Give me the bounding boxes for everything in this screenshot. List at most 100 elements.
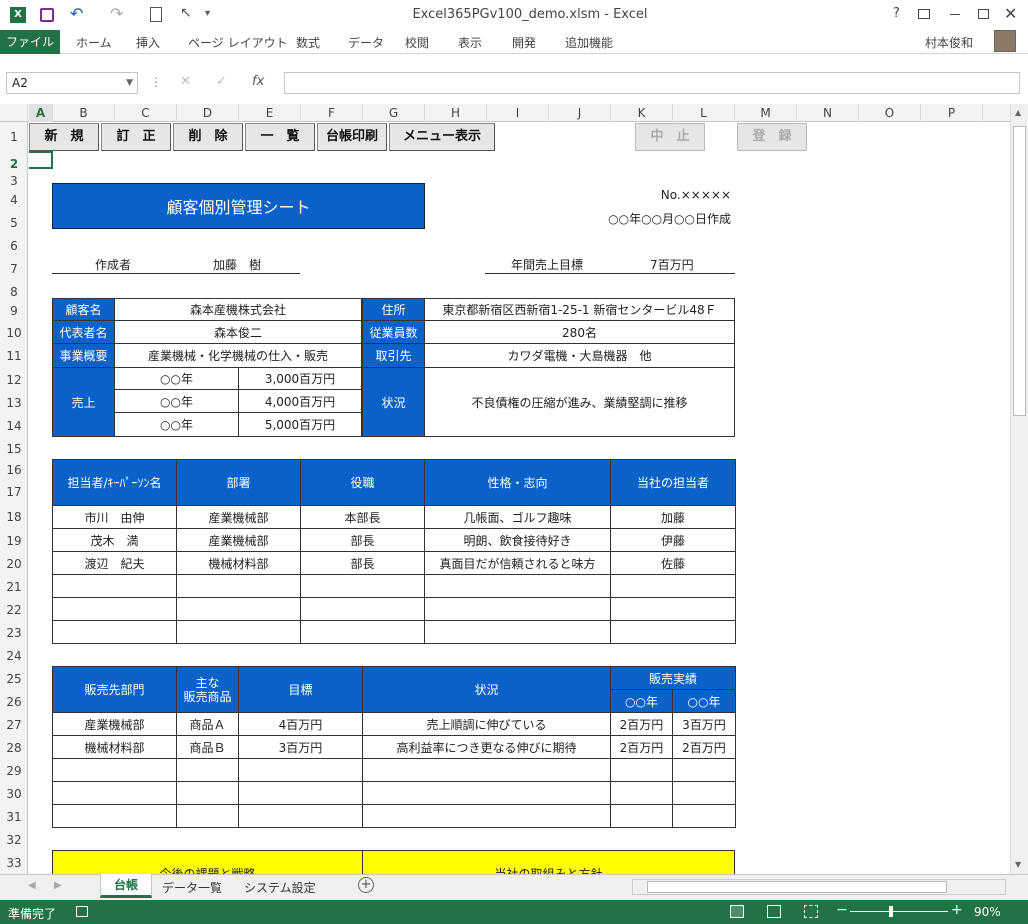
- sales-cell[interactable]: 機械材料部: [52, 735, 177, 759]
- business-value[interactable]: 産業機械・化学機械の仕入・販売: [114, 343, 362, 368]
- row-header[interactable]: 22: [0, 603, 28, 617]
- contacts-cell[interactable]: [300, 620, 425, 644]
- contacts-cell[interactable]: [52, 597, 177, 621]
- row-header[interactable]: 15: [0, 442, 28, 456]
- contacts-cell[interactable]: 部長: [300, 551, 425, 575]
- column-header[interactable]: B: [53, 104, 115, 122]
- cancel-icon[interactable]: ✕: [180, 74, 191, 89]
- print-preview-icon[interactable]: [150, 7, 162, 22]
- row-header[interactable]: 18: [0, 510, 28, 524]
- row-header[interactable]: 6: [0, 239, 28, 253]
- tab-formulas[interactable]: 数式: [296, 34, 320, 51]
- row-header[interactable]: 9: [0, 304, 28, 318]
- sales-amount-1[interactable]: 3,000百万円: [238, 367, 362, 390]
- close-icon[interactable]: ✕: [1004, 4, 1017, 23]
- contacts-cell[interactable]: [424, 597, 611, 621]
- row-header[interactable]: 19: [0, 534, 28, 548]
- sheet-tab-system-settings[interactable]: システム設定: [244, 879, 316, 896]
- contacts-cell[interactable]: [176, 597, 301, 621]
- sales-cell[interactable]: [176, 804, 239, 828]
- column-header[interactable]: C: [115, 104, 177, 122]
- macro-record-icon[interactable]: [76, 906, 88, 917]
- contacts-cell[interactable]: 伊藤: [610, 528, 736, 552]
- row-header[interactable]: 12: [0, 373, 28, 387]
- row-header[interactable]: 27: [0, 718, 28, 732]
- contacts-cell[interactable]: 産業機械部: [176, 528, 301, 552]
- column-header[interactable]: F: [301, 104, 363, 122]
- menu-button[interactable]: メニュー表示: [389, 123, 495, 151]
- row-header[interactable]: 10: [0, 326, 28, 340]
- help-icon[interactable]: ?: [893, 6, 900, 21]
- list-button[interactable]: 一 覧: [245, 123, 315, 151]
- sales-cell[interactable]: [672, 781, 736, 805]
- row-header[interactable]: 29: [0, 764, 28, 778]
- scroll-thumb[interactable]: [1013, 126, 1026, 416]
- contacts-cell[interactable]: [176, 574, 301, 598]
- ribbon-display-icon[interactable]: [918, 9, 930, 19]
- row-header[interactable]: 14: [0, 419, 28, 433]
- horizontal-scrollbar[interactable]: [632, 879, 1006, 895]
- name-box[interactable]: A2 ▼: [6, 72, 138, 94]
- row-header[interactable]: 25: [0, 672, 28, 686]
- vertical-scrollbar[interactable]: ▲ ▼: [1010, 104, 1028, 874]
- minimize-icon[interactable]: [950, 14, 960, 15]
- undo-icon[interactable]: ↶: [70, 4, 83, 23]
- add-sheet-icon[interactable]: +: [358, 877, 374, 893]
- contacts-cell[interactable]: [52, 620, 177, 644]
- contacts-cell[interactable]: 部長: [300, 528, 425, 552]
- pointer-icon[interactable]: ↖: [180, 5, 192, 21]
- delete-button[interactable]: 削 除: [173, 123, 243, 151]
- customer-value[interactable]: 森本産機株式会社: [114, 298, 362, 321]
- enter-icon[interactable]: ✓: [216, 74, 227, 89]
- address-value[interactable]: 東京都新宿区西新宿1-25-1 新宿センタービル48Ｆ: [424, 298, 735, 321]
- formula-input[interactable]: [284, 72, 1020, 94]
- row-header[interactable]: 21: [0, 580, 28, 594]
- sales-cell[interactable]: 2百万円: [610, 735, 673, 759]
- row-header[interactable]: 17: [0, 485, 28, 499]
- row-header[interactable]: 11: [0, 349, 28, 363]
- sheet-tab-ledger[interactable]: 台帳: [100, 874, 152, 898]
- contacts-cell[interactable]: [424, 620, 611, 644]
- sales-cell[interactable]: 高利益率につき更なる伸びに期待: [362, 735, 611, 759]
- row-header[interactable]: 26: [0, 695, 28, 709]
- sales-cell[interactable]: [238, 804, 363, 828]
- sales-cell[interactable]: 3百万円: [672, 712, 736, 736]
- column-header[interactable]: E: [239, 104, 301, 122]
- scroll-down-icon[interactable]: ▼: [1015, 860, 1021, 869]
- next-sheet-icon[interactable]: ▶: [54, 880, 62, 891]
- zoom-level[interactable]: 90%: [974, 905, 1001, 919]
- tab-insert[interactable]: 挿入: [136, 34, 160, 51]
- sales-cell[interactable]: [176, 781, 239, 805]
- row-header[interactable]: 16: [0, 463, 28, 477]
- sales-cell[interactable]: [362, 758, 611, 782]
- contacts-cell[interactable]: [300, 597, 425, 621]
- qat-customize-icon[interactable]: ▾: [205, 8, 210, 19]
- save-icon[interactable]: [40, 8, 54, 22]
- normal-view-icon[interactable]: [730, 905, 744, 918]
- row-header[interactable]: 23: [0, 626, 28, 640]
- new-button[interactable]: 新 規: [29, 123, 99, 151]
- column-header[interactable]: O: [859, 104, 921, 122]
- sales-cell[interactable]: 商品Ｂ: [176, 735, 239, 759]
- sales-cell[interactable]: [52, 781, 177, 805]
- sales-amount-3[interactable]: 5,000百万円: [238, 412, 362, 437]
- page-layout-view-icon[interactable]: [767, 905, 781, 918]
- user-name[interactable]: 村本俊和: [925, 34, 973, 51]
- tab-addins[interactable]: 追加機能: [565, 34, 613, 51]
- sales-cell[interactable]: [610, 781, 673, 805]
- zoom-in-icon[interactable]: +: [951, 902, 963, 918]
- contacts-cell[interactable]: [424, 574, 611, 598]
- row-header[interactable]: 32: [0, 833, 28, 847]
- rep-value[interactable]: 森本俊二: [114, 320, 362, 344]
- row-header[interactable]: 7: [0, 262, 28, 276]
- contacts-cell[interactable]: 明朗、飲食接待好き: [424, 528, 611, 552]
- sales-cell[interactable]: [610, 804, 673, 828]
- employees-value[interactable]: 280名: [424, 320, 735, 344]
- redo-icon[interactable]: ↷: [110, 4, 123, 23]
- row-header[interactable]: 20: [0, 557, 28, 571]
- contacts-cell[interactable]: 几帳面、ゴルフ趣味: [424, 505, 611, 529]
- sales-cell[interactable]: 3百万円: [238, 735, 363, 759]
- tab-file[interactable]: ファイル: [0, 30, 60, 54]
- row-header[interactable]: 1: [0, 130, 28, 144]
- column-header[interactable]: H: [425, 104, 487, 122]
